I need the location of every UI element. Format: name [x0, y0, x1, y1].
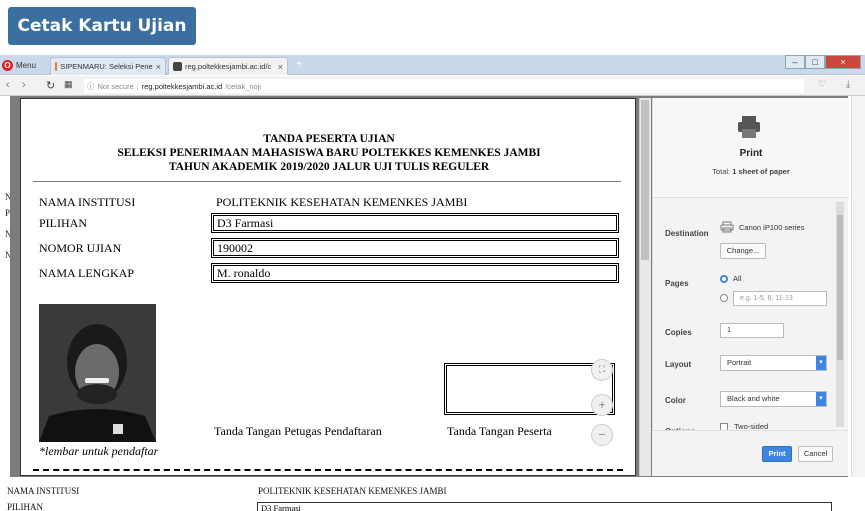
- cetak-kartu-ujian-button[interactable]: Cetak Kartu Ujian: [8, 7, 196, 45]
- layout-label: Layout: [665, 360, 692, 369]
- close-tab-icon[interactable]: ×: [278, 62, 283, 72]
- layout-select[interactable]: Portrait ▾: [720, 355, 827, 371]
- chevron-down-icon: ▾: [816, 356, 826, 370]
- print-total: Total: 1 sheet of paper: [653, 167, 849, 176]
- preview-scroll-thumb[interactable]: [641, 100, 649, 260]
- destination-label: Destination: [665, 229, 709, 238]
- address-bar: ‹ › ↻ ▦ ⓘ Not secure | reg.poltekkesjamb…: [0, 76, 865, 96]
- fit-to-page-icon[interactable]: ⛶: [591, 359, 613, 381]
- document-icon: [173, 62, 182, 71]
- peserta-signature-label: Tanda Tangan Peserta: [447, 424, 552, 438]
- print-settings-panel: Print Total: 1 sheet of paper Destinatio…: [652, 98, 849, 476]
- not-secure-label: Not secure: [97, 81, 134, 91]
- reload-icon[interactable]: ↻: [46, 79, 55, 92]
- bg-institusi-label: NAMA INSTITUSI: [7, 486, 80, 496]
- bg-institusi-value: POLITEKNIK KESEHATAN KEMENKES JAMBI: [258, 486, 447, 496]
- print-summary: Print Total: 1 sheet of paper: [653, 98, 849, 198]
- url-field[interactable]: ⓘ Not secure | reg.poltekkesjambi.ac.id /…: [84, 79, 804, 93]
- tab-title: SIPENMARU: Seleksi Pene: [60, 62, 153, 71]
- pilihan-field: D3 Farmasi: [211, 213, 619, 233]
- window-controls: – □ ×: [785, 55, 861, 69]
- pages-range-input[interactable]: e.g. 1-5, 8, 11-13: [733, 291, 827, 306]
- footnote: *lembar untuk pendaftar: [39, 444, 159, 458]
- card-title: TANDA PESERTA UJIAN: [263, 133, 395, 145]
- forward-icon[interactable]: ›: [22, 79, 26, 91]
- copies-input[interactable]: 1: [720, 323, 784, 338]
- chevron-down-icon: ▾: [816, 392, 826, 406]
- back-icon[interactable]: ‹: [6, 79, 10, 91]
- panel-scroll-thumb[interactable]: [837, 215, 843, 360]
- institusi-label: NAMA INSTITUSI: [39, 195, 136, 209]
- bg-pilihan-label: PILIHAN: [7, 502, 43, 511]
- tab-sipenmaru[interactable]: SIPENMARU: Seleksi Pene ×: [50, 57, 166, 75]
- tab-title: reg.poltekkesjambi.ac.id/c: [185, 62, 272, 71]
- signature-box: [444, 363, 615, 415]
- browser-tab-bar: O Menu SIPENMARU: Seleksi Pene × reg.pol…: [0, 55, 865, 75]
- heart-icon[interactable]: ♡: [818, 79, 826, 90]
- page-scrollbar[interactable]: [851, 96, 865, 511]
- speed-dial-icon[interactable]: ▦: [64, 79, 73, 90]
- nama-lengkap-label: NAMA LENGKAP: [39, 266, 135, 280]
- maximize-icon[interactable]: □: [805, 55, 825, 69]
- color-label: Color: [665, 396, 686, 405]
- info-icon: ⓘ: [87, 81, 95, 91]
- url-path: /cetak_noji: [225, 81, 262, 91]
- tab-cetak-noji[interactable]: reg.poltekkesjambi.ac.id/c ×: [168, 57, 288, 75]
- print-title: Print: [739, 148, 763, 159]
- nomor-ujian-field: 190002: [211, 238, 619, 258]
- printer-name: Canon iP100 series: [739, 223, 805, 232]
- nama-lengkap-field: M. ronaldo: [211, 263, 619, 283]
- download-icon[interactable]: ⤓: [846, 79, 850, 90]
- pages-all-radio[interactable]: [720, 275, 728, 283]
- menu-label: Menu: [16, 60, 37, 70]
- pages-label: Pages: [665, 279, 689, 288]
- cut-line: [33, 469, 623, 471]
- preview-paper: TANDA PESERTA UJIAN SELEKSI PENERIMAAN M…: [20, 98, 636, 476]
- close-tab-icon[interactable]: ×: [156, 62, 161, 72]
- participant-photo: [39, 304, 156, 442]
- total-prefix: Total:: [712, 167, 731, 176]
- pages-all-label: All: [733, 274, 742, 283]
- print-actions: Print Cancel: [652, 430, 848, 476]
- zoom-in-icon[interactable]: +: [591, 394, 613, 416]
- opera-logo-icon: O: [2, 59, 13, 71]
- minimize-icon[interactable]: –: [785, 55, 805, 69]
- nomor-ujian-label: NOMOR UJIAN: [39, 241, 122, 255]
- pilihan-label: PILIHAN: [39, 216, 87, 230]
- printer-small-icon: [720, 221, 734, 233]
- printer-icon: [738, 116, 760, 138]
- color-select[interactable]: Black and white ▾: [720, 391, 827, 407]
- favicon-icon: [55, 62, 58, 71]
- cancel-button[interactable]: Cancel: [798, 446, 833, 462]
- url-host: reg.poltekkesjambi.ac.id: [141, 81, 223, 91]
- bg-pilihan-field: D3 Farmasi: [257, 502, 832, 511]
- pages-custom-radio[interactable]: [720, 294, 728, 302]
- divider: [33, 181, 621, 182]
- print-button[interactable]: Print: [762, 446, 792, 462]
- new-tab-icon[interactable]: +: [292, 59, 306, 72]
- petugas-signature-label: Tanda Tangan Petugas Pendaftaran: [214, 424, 382, 438]
- total-value: 1 sheet of paper: [732, 167, 790, 176]
- zoom-out-icon[interactable]: −: [591, 424, 613, 446]
- institusi-value: POLITEKNIK KESEHATAN KEMENKES JAMBI: [216, 195, 468, 209]
- opera-menu[interactable]: O Menu: [2, 58, 36, 72]
- layout-value: Portrait: [727, 358, 752, 367]
- copies-label: Copies: [665, 328, 692, 337]
- card-year: TAHUN AKADEMIK 2019/2020 JALUR UJI TULIS…: [168, 161, 490, 173]
- close-window-icon[interactable]: ×: [825, 55, 861, 69]
- color-value: Black and white: [727, 394, 780, 403]
- card-subtitle: SELEKSI PENERIMAAN MAHASISWA BARU POLTEK…: [117, 147, 541, 159]
- change-destination-button[interactable]: Change...: [720, 243, 766, 259]
